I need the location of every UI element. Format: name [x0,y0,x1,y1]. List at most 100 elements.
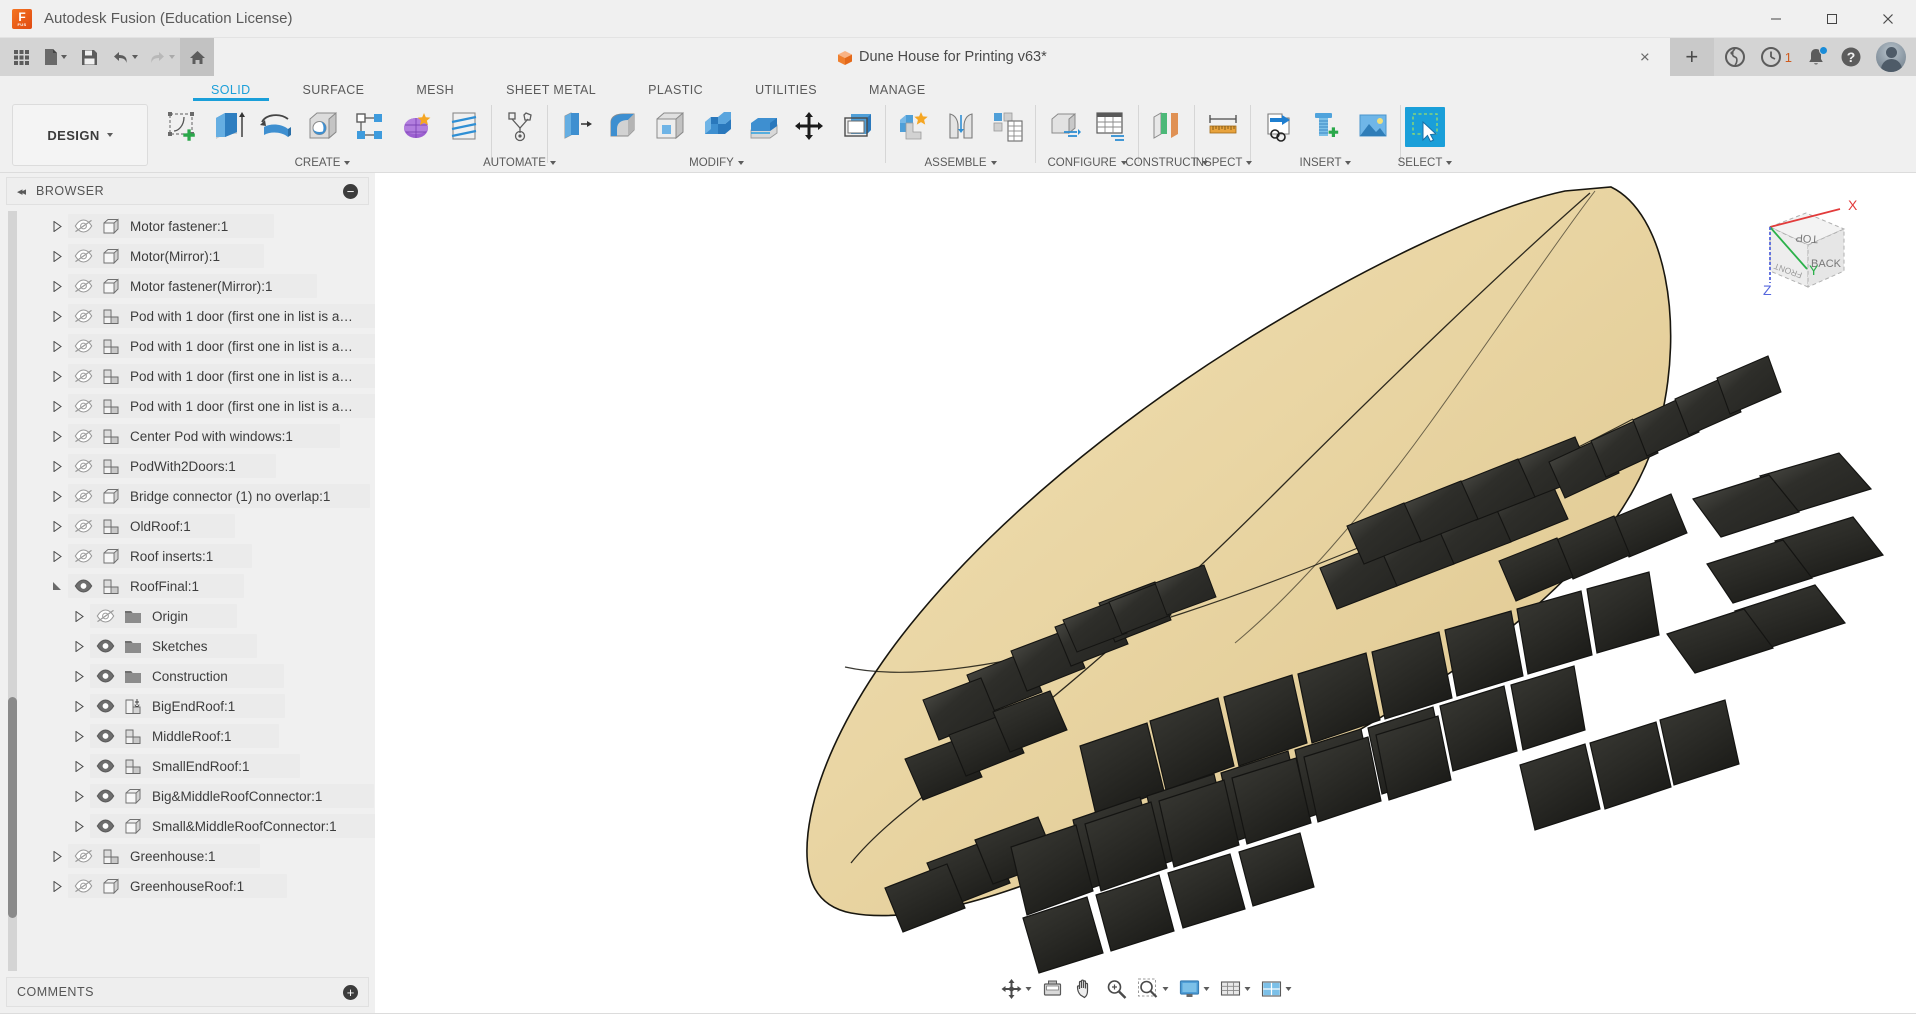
browser-tree-node[interactable]: Sketches [0,631,375,661]
visibility-off-icon[interactable] [90,609,120,623]
tree-expand-icon[interactable] [46,850,68,862]
shell-icon[interactable] [646,103,693,151]
zoom-window-dropdown-caret[interactable] [1162,987,1168,991]
revolve-icon[interactable] [252,103,299,151]
orbit-dropdown-caret[interactable] [1025,987,1031,991]
tree-expand-icon[interactable] [68,820,90,832]
align-icon[interactable] [834,103,881,151]
tree-expand-icon[interactable] [46,340,68,352]
measure-icon[interactable] [1199,103,1246,151]
tree-expand-icon[interactable] [68,790,90,802]
configuration-table-icon[interactable] [1087,103,1134,151]
press-pull-icon[interactable] [552,103,599,151]
ribbon-tab-solid[interactable]: SOLID [185,83,277,101]
browser-tree-node[interactable]: RoofFinal:1 [0,571,375,601]
tree-expand-icon[interactable] [46,490,68,502]
viewport-canvas[interactable]: TOP BACK FRONT X Y Z [375,173,1916,1013]
tree-expand-icon[interactable] [46,550,68,562]
browser-tree-node[interactable]: Small&MiddleRoofConnector:1 [0,811,375,841]
fillet-icon[interactable] [599,103,646,151]
workspace-selector[interactable]: DESIGN [12,104,148,166]
browser-tree-node[interactable]: Origin [0,601,375,631]
comments-panel-header[interactable]: COMMENTS + [6,977,369,1007]
notifications-icon[interactable] [1806,45,1828,68]
new-file-dropdown-caret[interactable] [61,55,67,59]
display-settings-icon[interactable] [1174,976,1213,1002]
grid-snap-dropdown-caret[interactable] [1244,987,1250,991]
new-file-icon[interactable] [38,38,72,76]
viewports-icon[interactable] [1256,976,1295,1002]
home-icon[interactable] [180,38,214,76]
panel-assemble-title[interactable]: ASSEMBLE [890,157,1031,169]
browser-tree-node[interactable]: MiddleRoof:1 [0,721,375,751]
tree-expand-icon[interactable] [46,250,68,262]
browser-tree-node[interactable]: GreenhouseRoof:1 [0,871,375,901]
visibility-off-icon[interactable] [68,489,98,503]
ribbon-tab-manage[interactable]: MANAGE [843,83,952,101]
rectangular-pattern-icon[interactable] [346,103,393,151]
visibility-off-icon[interactable] [68,219,98,233]
workspace-dropdown-caret[interactable] [106,133,113,137]
grid-snap-icon[interactable] [1215,976,1254,1002]
visibility-on-icon[interactable] [90,819,120,833]
collapse-panel-icon[interactable]: ◂◂ [17,185,26,198]
orbit-icon[interactable] [996,976,1035,1002]
visibility-on-icon[interactable] [90,789,120,803]
joint-icon[interactable] [937,103,984,151]
visibility-off-icon[interactable] [68,369,98,383]
browser-tree-node[interactable]: BigEndRoof:1 [0,691,375,721]
close-document-icon[interactable]: × [1640,49,1650,66]
visibility-on-icon[interactable] [68,579,98,593]
browser-tree-node[interactable]: OldRoof:1 [0,511,375,541]
browser-tree-node[interactable]: Big&MiddleRoofConnector:1 [0,781,375,811]
tree-expand-icon[interactable] [68,760,90,772]
pan-icon[interactable] [1069,976,1099,1002]
panel-create-caret[interactable] [344,161,351,165]
view-cube[interactable]: TOP BACK FRONT X Y Z [1744,195,1864,305]
redo-dropdown-caret[interactable] [169,55,175,59]
tree-expand-icon[interactable] [46,460,68,472]
new-component-icon[interactable] [890,103,937,151]
panel-insert-title[interactable]: INSERT [1255,157,1396,169]
panel-assemble-caret[interactable] [990,161,997,165]
redo-icon[interactable] [143,38,180,76]
visibility-off-icon[interactable] [68,549,98,563]
help-icon[interactable]: ? [1840,46,1862,68]
tree-expand-icon[interactable] [68,730,90,742]
panel-automate-title[interactable]: AUTOMATE [483,157,556,169]
browser-tree[interactable]: Motor fastener:1 Motor(Mirror):1 Motor fas… [0,205,375,977]
look-at-icon[interactable] [1037,976,1067,1002]
offset-plane-icon[interactable] [1143,103,1190,151]
ribbon-tab-utilities[interactable]: UTILITIES [729,83,843,101]
tree-expand-icon[interactable] [46,280,68,292]
configure-design-icon[interactable] [1040,103,1087,151]
visibility-off-icon[interactable] [68,849,98,863]
ribbon-tab-sheet-metal[interactable]: SHEET METAL [480,83,622,101]
visibility-off-icon[interactable] [68,459,98,473]
tree-expand-icon[interactable] [68,610,90,622]
bill-of-materials-icon[interactable] [984,103,1031,151]
close-button[interactable] [1860,0,1916,38]
visibility-on-icon[interactable] [90,729,120,743]
panel-inspect-title[interactable]: INSPECT [1193,157,1253,169]
tree-expand-icon[interactable] [46,520,68,532]
maximize-button[interactable] [1804,0,1860,38]
viewports-dropdown-caret[interactable] [1285,987,1291,991]
form-icon[interactable] [393,103,440,151]
visibility-on-icon[interactable] [90,669,120,683]
insert-image-icon[interactable] [1349,103,1396,151]
panel-create-title[interactable]: CREATE [158,157,487,169]
visibility-off-icon[interactable] [68,399,98,413]
browser-tree-node[interactable]: Pod with 1 door (first one in list is a… [0,331,375,361]
panel-insert-caret[interactable] [1345,161,1352,165]
panel-configure-title[interactable]: CONFIGURE [1040,157,1134,169]
extrude-icon[interactable] [205,103,252,151]
visibility-on-icon[interactable] [90,759,120,773]
ribbon-tab-mesh[interactable]: MESH [390,83,480,101]
browser-tree-node[interactable]: Motor fastener:1 [0,211,375,241]
automate-icon[interactable] [496,103,543,151]
visibility-off-icon[interactable] [68,249,98,263]
move-copy-icon[interactable] [787,103,834,151]
browser-tree-node[interactable]: Pod with 1 door (first one in list is a… [0,301,375,331]
panel-inspect-caret[interactable] [1246,161,1253,165]
